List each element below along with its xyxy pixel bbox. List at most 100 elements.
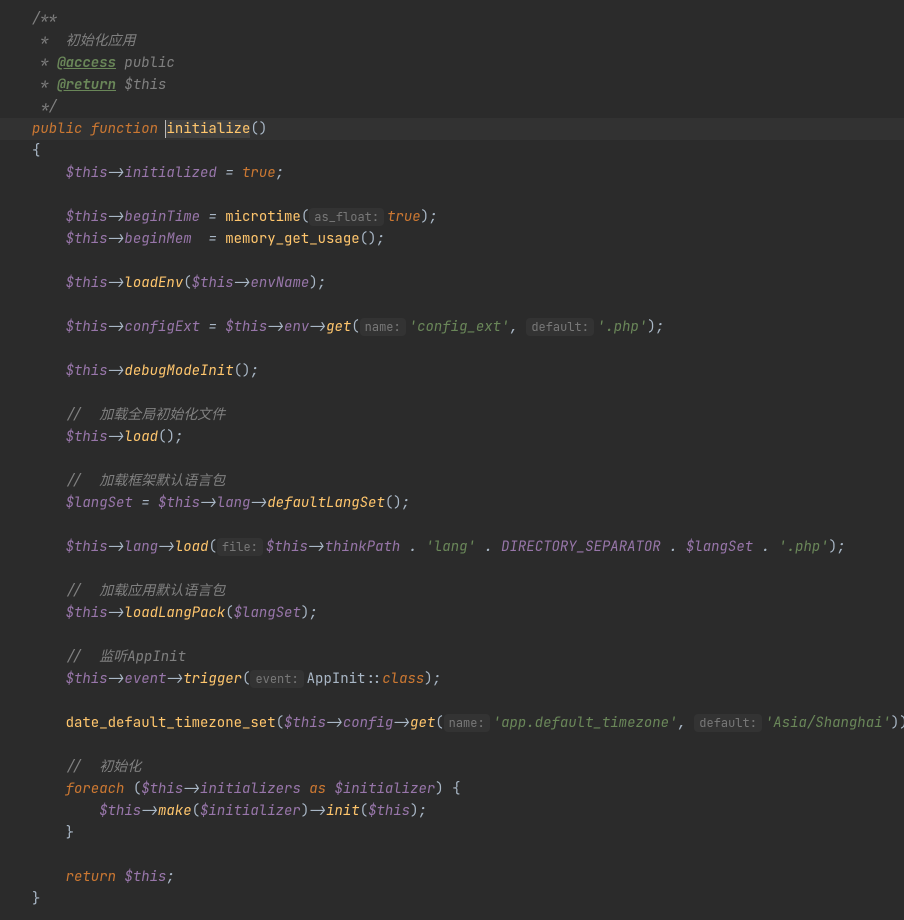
eq: = xyxy=(200,318,225,336)
field: config xyxy=(343,714,393,732)
kw-return: return xyxy=(66,868,116,886)
concat: . xyxy=(400,538,425,556)
field: lang xyxy=(124,538,158,556)
arrow: -> xyxy=(166,670,183,688)
var-this: $this xyxy=(141,780,183,798)
code-line[interactable] xyxy=(0,514,904,536)
code-line[interactable]: date_default_timezone_set($this->config-… xyxy=(0,712,904,734)
code-line[interactable]: * @access public xyxy=(0,52,904,74)
code-line[interactable]: // 监听AppInit xyxy=(0,646,904,668)
method: load xyxy=(124,428,158,446)
inlay-hint: name: xyxy=(444,714,490,732)
concat: . xyxy=(753,538,778,556)
code-line[interactable]: // 加载应用默认语言包 xyxy=(0,580,904,602)
code-line[interactable]: * @return $this xyxy=(0,74,904,96)
code-line[interactable]: $this->loadLangPack($langSet); xyxy=(0,602,904,624)
string: 'lang' xyxy=(426,538,476,556)
method: loadEnv xyxy=(124,274,183,292)
field: event xyxy=(124,670,166,688)
arrow: -> xyxy=(309,802,326,820)
code-line[interactable] xyxy=(0,250,904,272)
code-line[interactable]: $this->initialized = true; xyxy=(0,162,904,184)
code-line[interactable] xyxy=(0,690,904,712)
field: env xyxy=(284,318,309,336)
class-ref: AppInit xyxy=(307,670,366,688)
comment: // 加载框架默认语言包 xyxy=(66,472,226,490)
arrow: -> xyxy=(108,318,125,336)
code-line[interactable]: */ xyxy=(0,96,904,118)
code-line[interactable] xyxy=(0,734,904,756)
code-line[interactable]: } xyxy=(0,822,904,844)
code-line[interactable]: // 初始化 xyxy=(0,756,904,778)
semi: ; xyxy=(250,362,258,380)
code-line[interactable]: $this->make($initializer)->init($this); xyxy=(0,800,904,822)
code-line[interactable]: $this->load(); xyxy=(0,426,904,448)
field: beginTime xyxy=(124,208,200,226)
inlay-hint: name: xyxy=(360,318,406,336)
code-line[interactable]: $langSet = $this->lang->defaultLangSet()… xyxy=(0,492,904,514)
func-call: memory_get_usage xyxy=(225,230,359,248)
var: $langSet xyxy=(686,538,753,556)
code-line[interactable] xyxy=(0,558,904,580)
semi: ; xyxy=(433,670,441,688)
code-line[interactable] xyxy=(0,844,904,866)
parens: () xyxy=(250,120,267,138)
bool: true xyxy=(387,208,421,226)
code-line[interactable]: } xyxy=(0,888,904,910)
var-this: $this xyxy=(66,428,108,446)
code-line[interactable]: foreach ($this->initializers as $initial… xyxy=(0,778,904,800)
code-line[interactable]: * 初始化应用 xyxy=(0,30,904,52)
var-this: $this xyxy=(225,318,267,336)
code-line[interactable]: $this->loadEnv($this->envName); xyxy=(0,272,904,294)
arrow: -> xyxy=(326,714,343,732)
var-this: $this xyxy=(99,802,141,820)
code-line[interactable] xyxy=(0,448,904,470)
doc-tag-return: @return xyxy=(57,76,116,94)
code-line[interactable] xyxy=(0,382,904,404)
code-line[interactable]: { xyxy=(0,140,904,162)
kw-as: as xyxy=(309,780,326,798)
var-this: $this xyxy=(124,868,166,886)
doc-tag-access: @access xyxy=(57,54,116,72)
code-line[interactable]: $this->event->trigger(event:AppInit::cla… xyxy=(0,668,904,690)
code-line[interactable] xyxy=(0,294,904,316)
code-line[interactable]: $this->lang->load(file:$this->thinkPath … xyxy=(0,536,904,558)
code-line[interactable]: $this->configExt = $this->env->get(name:… xyxy=(0,316,904,338)
paren: ( xyxy=(360,802,368,820)
paren: ( xyxy=(192,802,200,820)
code-line[interactable] xyxy=(0,184,904,206)
semi: ; xyxy=(656,318,664,336)
arrow: -> xyxy=(108,208,125,226)
string: 'Asia/Shanghai' xyxy=(765,714,891,732)
docblock-open: /** xyxy=(32,10,57,28)
arrow: -> xyxy=(108,604,125,622)
semi: ; xyxy=(318,274,326,292)
field: initializers xyxy=(200,780,301,798)
kw-foreach: foreach xyxy=(66,780,125,798)
paren: ) xyxy=(301,802,309,820)
paren: ) xyxy=(899,714,904,732)
paren: ( xyxy=(276,714,284,732)
code-line[interactable] xyxy=(0,624,904,646)
var-this: $this xyxy=(66,274,108,292)
code-line-current[interactable]: public function initialize() xyxy=(0,118,904,140)
arrow: -> xyxy=(234,274,251,292)
doc-desc: * 初始化应用 xyxy=(32,32,136,50)
code-editor[interactable]: /** * 初始化应用 * @access public * @return $… xyxy=(0,0,904,910)
eq: = xyxy=(217,164,242,182)
paren: ( xyxy=(208,538,216,556)
code-line[interactable]: return $this; xyxy=(0,866,904,888)
method: trigger xyxy=(183,670,242,688)
comma: , xyxy=(677,714,694,732)
code-line[interactable] xyxy=(0,338,904,360)
semi: ; xyxy=(175,428,183,446)
code-line[interactable]: $this->debugModeInit(); xyxy=(0,360,904,382)
code-line[interactable]: $this->beginTime = microtime(as_float:tr… xyxy=(0,206,904,228)
field: thinkPath xyxy=(325,538,401,556)
code-line[interactable]: // 加载全局初始化文件 xyxy=(0,404,904,426)
code-line[interactable]: /** xyxy=(0,8,904,30)
paren: ( xyxy=(225,604,233,622)
code-line[interactable]: $this->beginMem = memory_get_usage(); xyxy=(0,228,904,250)
code-line[interactable]: // 加载框架默认语言包 xyxy=(0,470,904,492)
comment: // 初始化 xyxy=(66,758,142,776)
